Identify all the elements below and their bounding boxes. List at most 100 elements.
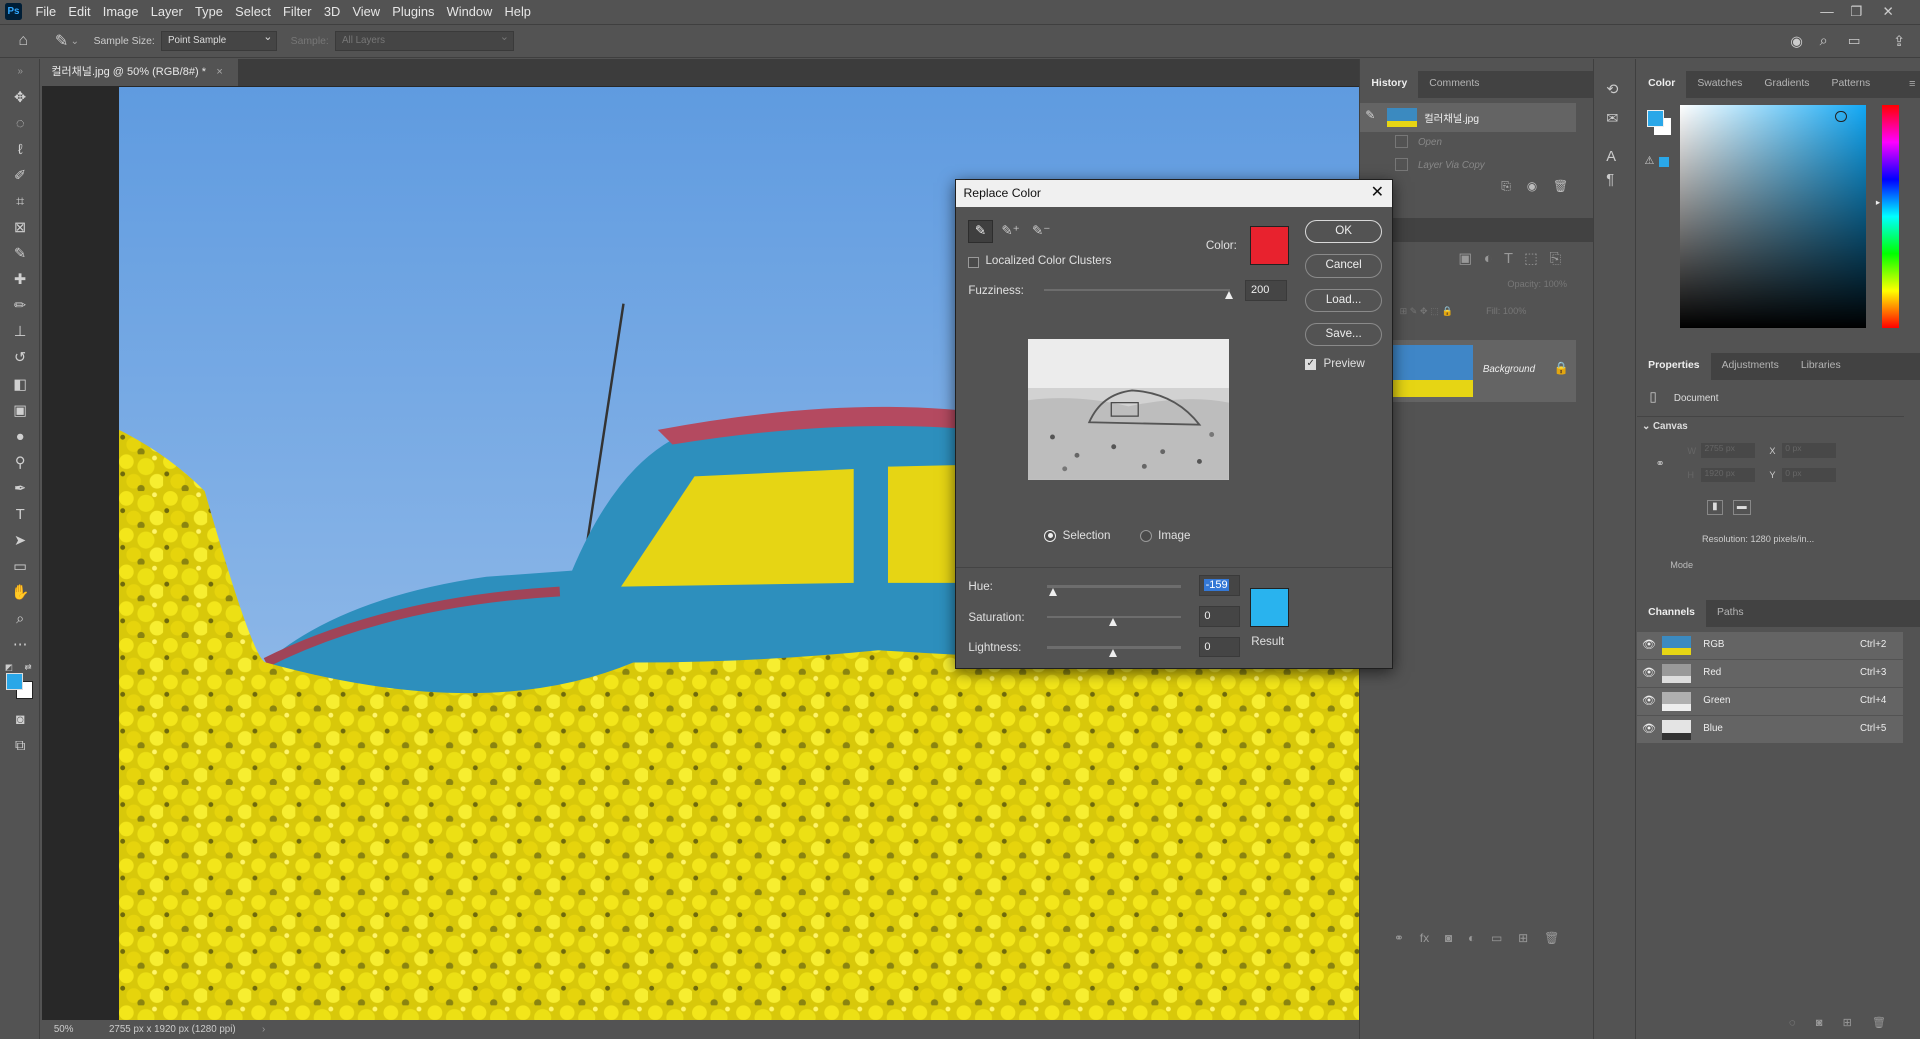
eyedropper-preset-icon[interactable]: ✎ [55,31,68,51]
menu-window[interactable]: Window [441,0,499,23]
close-window-icon[interactable]: ✕ [1873,0,1902,23]
add-to-sample-eyedropper-icon[interactable]: ✎⁺ [1001,223,1019,239]
hue-slider-arrow-icon[interactable]: ▸ [1876,197,1880,208]
lock-icons[interactable]: ⊞ ✎ ✥ ⬚ 🔒 [1400,306,1453,316]
frame-tool-icon[interactable]: ⊠ [0,216,40,242]
link-icon[interactable]: ⚭ [1394,931,1404,945]
panel-menu-icon[interactable]: ≡ [1909,78,1915,90]
comments-panel-icon[interactable]: ✉ [1606,110,1635,127]
link-dimensions-icon[interactable]: ⚭ [1656,457,1665,470]
hue-slider[interactable] [1882,105,1900,329]
fx-icon[interactable]: fx [1420,931,1430,945]
image-filter-icon[interactable]: ▣ [1458,251,1472,267]
move-tool-icon[interactable]: ✥ [0,86,40,112]
visibility-eye-icon[interactable]: 👁 [1642,632,1656,659]
eyedropper-icon[interactable]: ✎ [968,220,993,244]
menu-layer[interactable]: Layer [145,0,189,23]
fuzziness-slider-thumb[interactable] [1225,291,1234,300]
expand-toolbar-icon[interactable]: » [0,59,40,86]
shape-filter-icon[interactable]: ⬚ [1524,251,1538,267]
menu-edit[interactable]: Edit [62,0,96,23]
ok-button[interactable]: OK [1305,220,1383,244]
panel-foreground-swatch[interactable] [1646,110,1665,128]
visibility-eye-icon[interactable]: 👁 [1642,688,1656,715]
search-icon[interactable]: ⌕ [1820,33,1828,49]
load-selection-icon[interactable]: ◌ [1789,1017,1796,1029]
swap-colors-icon[interactable]: ⇄ [24,662,31,673]
new-layer-icon[interactable]: ⊞ [1518,931,1528,945]
adjustment-filter-icon[interactable]: ◐ [1484,251,1493,267]
tab-paths[interactable]: Paths [1706,600,1755,627]
folder-icon[interactable]: ▭ [1491,931,1503,945]
landscape-orientation-icon[interactable]: ▬ [1732,499,1751,516]
tab-history[interactable]: History [1360,71,1419,98]
eyedropper-tool-icon[interactable]: ✎ [0,242,40,268]
trash-icon[interactable]: 🗑 [1553,179,1569,193]
brush-source-icon[interactable]: ✎ [1365,108,1375,122]
opacity-value[interactable]: 100% [1544,279,1567,289]
type-filter-icon[interactable]: T [1504,251,1513,267]
hue-slider-thumb[interactable] [1049,588,1058,596]
menu-type[interactable]: Type [189,0,229,23]
menu-3d[interactable]: 3D [318,0,347,23]
x-field[interactable]: 0 px [1781,443,1836,458]
crop-tool-icon[interactable]: ⌗ [0,190,40,216]
foreground-color-swatch[interactable] [6,672,24,691]
share-icon[interactable]: ⇪ [1893,33,1905,50]
menu-file[interactable]: File [29,0,62,23]
status-menu-arrow-icon[interactable]: › [262,1021,265,1039]
quick-selection-tool-icon[interactable]: ✐ [0,164,40,190]
localized-clusters-checkbox[interactable] [968,256,980,268]
gradient-tool-icon[interactable]: ▣ [0,399,40,425]
hue-input[interactable]: -159 [1198,575,1241,597]
delete-channel-icon[interactable]: 🗑 [1872,1017,1886,1029]
visibility-eye-icon[interactable]: 👁 [1642,660,1656,687]
close-tab-icon[interactable]: × [216,66,222,78]
zoom-level[interactable]: 50% [54,1021,74,1039]
dodge-tool-icon[interactable]: ⚲ [0,451,40,477]
history-step[interactable]: Layer Via Copy [1360,155,1593,178]
tab-comments[interactable]: Comments [1418,71,1490,98]
saturation-input[interactable]: 0 [1198,605,1241,627]
path-selection-icon[interactable]: ➤ [0,529,40,555]
adjustment-icon[interactable]: ◐ [1468,931,1475,945]
color-swatches[interactable]: ◩ ⇄ [0,659,39,708]
stamp-tool-icon[interactable]: ⊥ [0,320,40,346]
new-channel-icon[interactable]: ⊞ [1843,1017,1852,1029]
hue-slider[interactable] [1046,585,1182,588]
document-tab[interactable]: 컬러채널.jpg @ 50% (RGB/8#) * × [41,58,238,86]
channel-row-rgb[interactable]: 👁 RGB Ctrl+2 [1637,631,1903,659]
web-safe-swatch[interactable] [1659,156,1669,167]
snapshot-camera-icon[interactable]: ◉ [1527,179,1538,193]
tab-patterns[interactable]: Patterns [1821,71,1882,98]
menu-select[interactable]: Select [229,0,277,23]
screen-mode-icon[interactable]: ⧉ [0,734,40,760]
rectangle-tool-icon[interactable]: ▭ [0,555,40,581]
marquee-tool-icon[interactable]: ◌ [0,112,40,138]
channel-row-red[interactable]: 👁 Red Ctrl+3 [1637,660,1903,687]
more-tools-icon[interactable]: ⋯ [0,633,40,659]
saturation-slider-thumb[interactable] [1109,618,1118,627]
visibility-eye-icon[interactable]: 👁 [1642,716,1656,743]
color-panel-swatches[interactable] [1646,110,1674,137]
color-field[interactable] [1679,105,1867,329]
history-brush-icon[interactable]: ↺ [0,346,40,372]
hand-tool-icon[interactable]: ✋ [0,581,40,607]
fill-value[interactable]: 100% [1503,306,1526,316]
height-field[interactable]: 1920 px [1700,467,1755,483]
sample-size-select[interactable]: Point Sample [160,29,278,51]
tab-channels[interactable]: Channels [1637,599,1706,627]
selection-radio[interactable] [1044,529,1057,543]
tab-properties[interactable]: Properties [1637,352,1711,380]
new-document-icon[interactable]: ⎘ [1501,179,1511,193]
sample-select[interactable]: All Layers [334,29,514,51]
tab-color[interactable]: Color [1637,71,1687,98]
dialog-close-icon[interactable]: ✕ [1371,180,1384,207]
mask-icon[interactable]: ◙ [1445,931,1452,945]
channel-row-green[interactable]: 👁 Green Ctrl+4 [1637,688,1903,716]
load-button[interactable]: Load... [1305,288,1383,312]
minimize-icon[interactable]: — [1812,0,1841,23]
sample-color-swatch[interactable] [1249,226,1290,266]
fuzziness-slider[interactable] [1044,288,1231,292]
menu-filter[interactable]: Filter [277,0,318,23]
